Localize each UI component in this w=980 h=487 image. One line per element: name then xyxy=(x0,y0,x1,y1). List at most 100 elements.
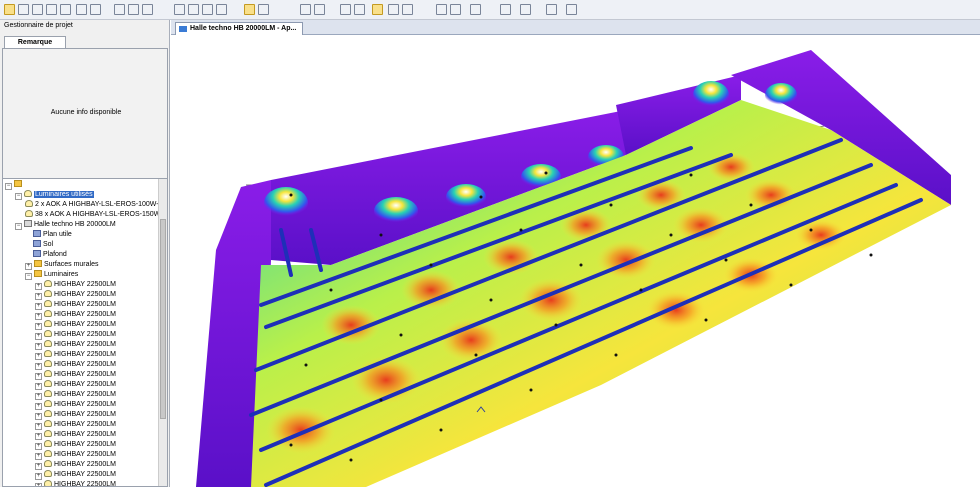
magnify-icon[interactable] xyxy=(202,4,213,15)
document-tab[interactable]: Halle techno HB 20000LM - Ap... xyxy=(175,22,304,35)
tree-item-luminaire[interactable]: + HIGHBAY 22500LM xyxy=(35,340,116,350)
draw-icon[interactable] xyxy=(128,4,139,15)
expand-icon[interactable]: + xyxy=(35,353,42,360)
collapse-icon[interactable]: − xyxy=(15,193,22,200)
expand-icon[interactable]: + xyxy=(35,343,42,350)
tree-item-luminaire[interactable]: + HIGHBAY 22500LM xyxy=(35,430,116,440)
view-3d-icon[interactable] xyxy=(244,4,255,15)
hand-icon[interactable] xyxy=(188,4,199,15)
expand-icon[interactable]: + xyxy=(35,283,42,290)
collapse-icon[interactable]: − xyxy=(15,223,22,230)
expand-icon[interactable]: + xyxy=(35,363,42,370)
tree-item-luminaire[interactable]: + HIGHBAY 22500LM xyxy=(35,400,116,410)
print-icon[interactable] xyxy=(436,4,447,15)
settings-icon[interactable] xyxy=(500,4,511,15)
expand-icon[interactable]: + xyxy=(35,323,42,330)
tree-item-luminaire[interactable]: + HIGHBAY 22500LM xyxy=(35,330,116,340)
tree-item-luminaire[interactable]: + HIGHBAY 22500LM xyxy=(35,290,116,300)
collapse-icon[interactable]: − xyxy=(25,273,32,280)
expand-icon[interactable]: + xyxy=(35,413,42,420)
tree-item-lum-type-1[interactable]: 2 x AOK A HIGHBAY-LSL-EROS-100W-... xyxy=(25,200,164,210)
expand-icon[interactable]: + xyxy=(35,393,42,400)
expand-icon[interactable]: + xyxy=(35,453,42,460)
tree-item-luminaire[interactable]: + HIGHBAY 22500LM xyxy=(35,350,116,360)
expand-icon[interactable]: + xyxy=(35,333,42,340)
floor-icon xyxy=(33,240,41,247)
expand-icon[interactable]: + xyxy=(35,373,42,380)
tree-item-luminaire[interactable]: + HIGHBAY 22500LM xyxy=(35,320,116,330)
grid-icon[interactable] xyxy=(46,4,57,15)
tree-item-luminaire[interactable]: + HIGHBAY 22500LM xyxy=(35,370,116,380)
export-icon[interactable] xyxy=(450,4,461,15)
colors-icon[interactable] xyxy=(354,4,365,15)
rotate-icon[interactable] xyxy=(60,4,71,15)
expand-icon[interactable]: + xyxy=(25,263,32,270)
luminaire-icon xyxy=(44,390,52,397)
camera-icon[interactable] xyxy=(216,4,227,15)
brush-icon[interactable] xyxy=(142,4,153,15)
tab-remarque[interactable]: Remarque xyxy=(4,36,66,48)
tree-item-luminaires[interactable]: − Luminaires xyxy=(25,270,78,280)
tree-item-luminaire[interactable]: + HIGHBAY 22500LM xyxy=(35,380,116,390)
isolines-icon[interactable] xyxy=(388,4,399,15)
help-icon[interactable] xyxy=(520,4,531,15)
expand-icon[interactable]: + xyxy=(35,293,42,300)
tree-item-plan-utile[interactable]: Plan utile xyxy=(33,230,72,240)
options-icon[interactable] xyxy=(566,4,577,15)
falsecolor-icon[interactable] xyxy=(372,4,383,15)
tree-item-luminaire[interactable]: + HIGHBAY 22500LM xyxy=(35,310,116,320)
tree-label-luminaire: HIGHBAY 22500LM xyxy=(54,281,116,288)
tree-item-surfaces-murales[interactable]: + Surfaces murales xyxy=(25,260,98,270)
tree-scrollbar[interactable] xyxy=(158,179,167,486)
expand-icon[interactable]: + xyxy=(35,433,42,440)
tree-item-room[interactable]: − Halle techno HB 20000LM xyxy=(15,220,116,230)
tree-item-luminaire[interactable]: + HIGHBAY 22500LM xyxy=(35,280,116,290)
arrow-icon[interactable] xyxy=(314,4,325,15)
tree-item-luminaire[interactable]: + HIGHBAY 22500LM xyxy=(35,480,116,486)
tree-root[interactable]: − xyxy=(5,180,24,190)
expand-icon[interactable]: + xyxy=(35,483,42,486)
light-icon[interactable] xyxy=(300,4,311,15)
tree-item-luminaire[interactable]: + HIGHBAY 22500LM xyxy=(35,360,116,370)
pointer-icon[interactable] xyxy=(18,4,29,15)
expand-icon[interactable]: + xyxy=(35,473,42,480)
expand-icon[interactable]: + xyxy=(35,463,42,470)
pdf-icon[interactable] xyxy=(470,4,481,15)
3d-viewport[interactable] xyxy=(171,35,980,487)
zoom-icon[interactable] xyxy=(76,4,87,15)
tree-item-luminaire[interactable]: + HIGHBAY 22500LM xyxy=(35,300,116,310)
expand-icon[interactable]: + xyxy=(35,423,42,430)
luminaire-icon xyxy=(44,330,52,337)
cursor-icon[interactable] xyxy=(174,4,185,15)
tree-label-luminaire: HIGHBAY 22500LM xyxy=(54,321,116,328)
edit-icon[interactable] xyxy=(114,4,125,15)
scroll-thumb[interactable] xyxy=(160,219,166,419)
tree-label-luminaires: Luminaires xyxy=(44,271,79,278)
tree-item-luminaire[interactable]: + HIGHBAY 22500LM xyxy=(35,440,116,450)
tree-item-sol[interactable]: Sol xyxy=(33,240,53,250)
tree-item-luminaire[interactable]: + HIGHBAY 22500LM xyxy=(35,410,116,420)
expand-icon[interactable]: + xyxy=(35,383,42,390)
tree-item-luminaire[interactable]: + HIGHBAY 22500LM xyxy=(35,420,116,430)
tree-item-luminaire[interactable]: + HIGHBAY 22500LM xyxy=(35,390,116,400)
select-tool-icon[interactable] xyxy=(4,4,15,15)
insert-icon[interactable] xyxy=(32,4,43,15)
tree-item-luminaire[interactable]: + HIGHBAY 22500LM xyxy=(35,470,116,480)
expand-icon[interactable]: + xyxy=(35,303,42,310)
window-icon[interactable] xyxy=(546,4,557,15)
expand-icon[interactable]: + xyxy=(35,443,42,450)
render-icon[interactable] xyxy=(340,4,351,15)
tree-item-plafond[interactable]: Plafond xyxy=(33,250,67,260)
table-icon[interactable] xyxy=(402,4,413,15)
tree-item-luminaire[interactable]: + HIGHBAY 22500LM xyxy=(35,450,116,460)
plane-icon xyxy=(33,230,41,237)
luminaire-icon xyxy=(44,420,52,427)
collapse-icon[interactable]: − xyxy=(5,183,12,190)
pan-icon[interactable] xyxy=(90,4,101,15)
view-plan-icon[interactable] xyxy=(258,4,269,15)
expand-icon[interactable]: + xyxy=(35,313,42,320)
tree-item-luminaire[interactable]: + HIGHBAY 22500LM xyxy=(35,460,116,470)
tree-item-lum-type-2[interactable]: 38 x AOK A HIGHBAY-LSL-EROS-150W xyxy=(25,210,160,220)
expand-icon[interactable]: + xyxy=(35,403,42,410)
tree-item-used-luminaires[interactable]: − Luminaires utilisés xyxy=(15,190,94,200)
